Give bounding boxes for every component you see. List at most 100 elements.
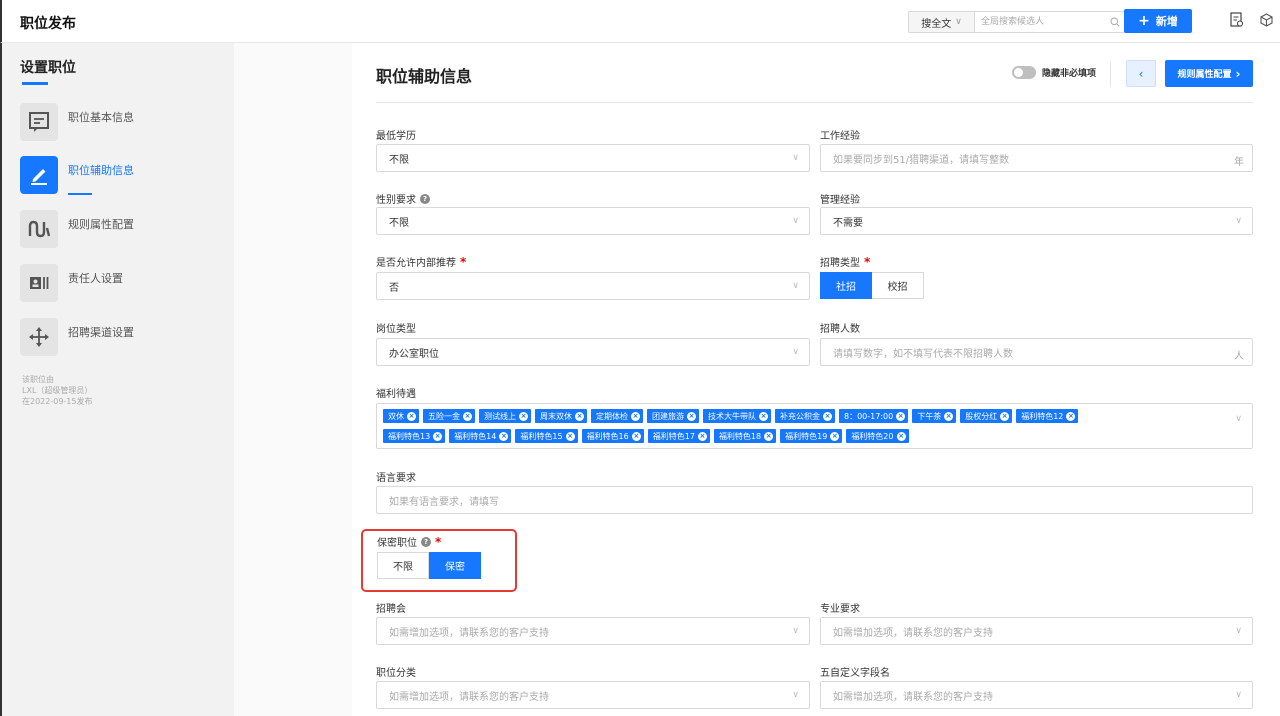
sidebar-item-channel[interactable]: 招聘渠道设置 [20, 318, 134, 356]
sidebar-item-basic-info[interactable]: 职位基本信息 [20, 103, 134, 141]
management-select[interactable]: 不需要 ∨ [820, 207, 1253, 235]
previous-step-button[interactable]: ‹ [1126, 60, 1156, 87]
benefit-tag: 五险一金 × [423, 409, 475, 423]
close-icon[interactable]: × [1066, 411, 1076, 421]
form-panel: 职位辅助信息 隐藏非必填项 ‹ 规则属性配置 › 最低学历 不限 ∨ 工作经验 … [352, 43, 1280, 716]
search-icon[interactable] [1105, 12, 1125, 32]
category-select[interactable]: 如需增加选项，请联系您的客户支持 ∨ [376, 681, 810, 709]
select-value: 不需要 [833, 217, 863, 229]
benefit-tag: 测试线上 × [479, 409, 531, 423]
close-icon[interactable]: × [823, 411, 832, 421]
sidebar-item-label: 职位辅助信息 [68, 164, 134, 177]
management-label: 管理经验 [820, 191, 860, 206]
tag-label: 补充公积金 [780, 411, 820, 421]
close-icon[interactable]: × [463, 411, 472, 421]
select-placeholder: 如需增加选项，请联系您的客户支持 [389, 691, 549, 703]
select-value: 办公室职位 [389, 348, 439, 360]
label-text: 岗位类型 [376, 324, 416, 335]
benefit-tag: 福利特色15 × [515, 429, 578, 443]
close-icon[interactable]: × [433, 431, 443, 441]
top-bar: 职位发布 搜全文 ∨ + 新增 [0, 0, 1280, 43]
required-mark: * [864, 254, 871, 269]
custom-field-select[interactable]: 如需增加选项，请联系您的客户支持 ∨ [820, 681, 1253, 709]
recruit-type-segmented: 社招 校招 [820, 272, 924, 299]
tag-label: 福利特色20 [851, 431, 894, 441]
select-placeholder: 如需增加选项，请联系您的客户支持 [833, 627, 993, 639]
recruit-type-social[interactable]: 社招 [820, 272, 872, 299]
custom-field-label: 五自定义字段名 [820, 664, 890, 679]
plus-icon: + [1138, 13, 1150, 29]
benefits-multiselect[interactable]: 双休 × 五险一金 × 测试线上 × 周末双休 × 定期体检 × 团建旅游 × 技术大牛带队… [376, 403, 1253, 449]
major-select[interactable]: 如需增加选项，请联系您的客户支持 ∨ [820, 617, 1253, 645]
id-card-icon [20, 264, 58, 302]
job-fair-select[interactable]: 如需增加选项，请联系您的客户支持 ∨ [376, 617, 810, 645]
sidebar-item-owner[interactable]: 责任人设置 [20, 264, 123, 302]
next-step-button[interactable]: 规则属性配置 › [1165, 60, 1253, 87]
close-icon[interactable]: × [575, 411, 584, 421]
close-icon[interactable]: × [565, 431, 575, 441]
close-icon[interactable]: × [759, 411, 768, 421]
close-icon[interactable]: × [896, 431, 906, 441]
hide-optional-toggle[interactable] [1012, 66, 1036, 79]
chevron-down-icon: ∨ [1235, 414, 1242, 424]
referral-select[interactable]: 否 ∨ [376, 272, 810, 300]
close-icon[interactable]: × [830, 431, 840, 441]
sidebar-item-label: 规则属性配置 [68, 218, 134, 231]
sidebar-item-aux-info[interactable]: 职位辅助信息 [20, 156, 134, 194]
close-icon[interactable]: × [697, 431, 707, 441]
close-icon[interactable]: × [687, 411, 696, 421]
move-icon [20, 318, 58, 356]
close-icon[interactable]: × [896, 411, 906, 421]
report-icon[interactable] [1230, 12, 1244, 31]
language-label: 语言要求 [376, 469, 416, 484]
close-icon[interactable]: × [944, 411, 954, 421]
gender-select[interactable]: 不限 ∨ [376, 207, 810, 235]
headcount-label: 招聘人数 [820, 320, 860, 335]
category-label: 职位分类 [376, 664, 416, 679]
select-value: 不限 [389, 154, 409, 166]
help-icon[interactable]: ? [420, 193, 430, 204]
label-text: 最低学历 [376, 131, 416, 142]
hide-optional-toggle-wrap: 隐藏非必填项 [1012, 66, 1096, 79]
cube-icon[interactable] [1260, 13, 1273, 30]
new-button[interactable]: + 新增 [1124, 9, 1192, 33]
select-value: 否 [389, 282, 399, 294]
experience-input[interactable]: 如果要同步到51/猎聘渠道，请填写整数 年 [820, 144, 1253, 172]
tag-label: 股权分红 [965, 411, 998, 421]
divider [376, 102, 1253, 103]
close-icon[interactable]: × [764, 431, 774, 441]
input-suffix: 年 [1234, 157, 1244, 168]
benefit-tag: 福利特色19 × [780, 429, 843, 443]
label-text: 招聘类型 [820, 258, 860, 269]
close-icon[interactable]: × [519, 411, 528, 421]
chevron-down-icon: ∨ [792, 690, 799, 700]
recruit-type-label: 招聘类型 * [820, 254, 871, 270]
benefit-tag: 定期体检 × [591, 409, 643, 423]
chevron-down-icon: ∨ [792, 153, 799, 163]
sidebar-item-rule-config[interactable]: 规则属性配置 [20, 210, 134, 248]
language-input[interactable]: 如果有语言要求，请填写 [376, 486, 1253, 514]
select-placeholder: 如需增加选项，请联系您的客户支持 [389, 627, 549, 639]
tag-label: 福利特色18 [718, 431, 762, 441]
position-type-select[interactable]: 办公室职位 ∨ [376, 338, 810, 366]
edit-icon [20, 156, 58, 194]
tag-label: 福利特色14 [454, 431, 497, 441]
benefit-tag: 股权分红 × [960, 409, 1013, 423]
headcount-input[interactable]: 请填写数字，如不填写代表不限招聘人数 人 [820, 338, 1253, 366]
close-icon[interactable]: × [631, 431, 641, 441]
close-icon[interactable]: × [631, 411, 640, 421]
benefit-tag: 8：00-17:00 × [839, 409, 909, 423]
search-scope-select[interactable]: 搜全文 ∨ [909, 12, 975, 32]
benefit-tag: 下午茶 × [912, 409, 957, 423]
education-select[interactable]: 不限 ∨ [376, 144, 810, 172]
close-icon[interactable]: × [407, 411, 416, 421]
close-icon[interactable]: × [499, 431, 509, 441]
close-icon[interactable]: × [1000, 411, 1010, 421]
recruit-type-campus[interactable]: 校招 [872, 272, 924, 299]
sidebar-item-label: 责任人设置 [68, 272, 123, 285]
tag-label: 周末双休 [540, 411, 572, 421]
search-input[interactable] [975, 12, 1105, 32]
tag-label: 五险一金 [428, 411, 460, 421]
label-text: 语言要求 [376, 473, 416, 484]
tag-label: 福利特色12 [1021, 411, 1064, 421]
